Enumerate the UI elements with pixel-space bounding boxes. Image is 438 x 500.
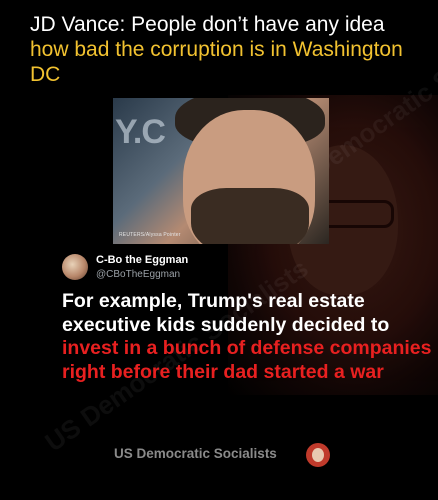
tweet-author-name[interactable]: C-Bo the Eggman [96, 254, 188, 266]
avatar[interactable] [62, 254, 88, 280]
photo-background-text: Y.C [115, 113, 166, 151]
headline: JD Vance: People don’t have any idea how… [30, 12, 410, 87]
tweet-author-handle[interactable]: @CBoTheEggman [96, 269, 180, 280]
footer-label: US Democratic Socialists [114, 446, 277, 461]
photo-credit: REUTERS/Alyssa Pointer [119, 232, 181, 238]
organization-logo-icon [306, 443, 330, 467]
tweet-text-white: For example, Trump's real estate executi… [62, 290, 390, 336]
footer: US Democratic Socialists [0, 443, 438, 467]
headline-highlight: how bad the corruption is in Washington … [30, 38, 403, 86]
news-photo: Y.C REUTERS/Alyssa Pointer [113, 98, 329, 244]
tweet-text: For example, Trump's real estate executi… [62, 290, 432, 384]
headline-prefix: JD Vance: People don’t have any idea [30, 13, 385, 36]
photo-beard [191, 188, 309, 244]
tweet-text-red: invest in a bunch of defense companies r… [62, 337, 432, 383]
